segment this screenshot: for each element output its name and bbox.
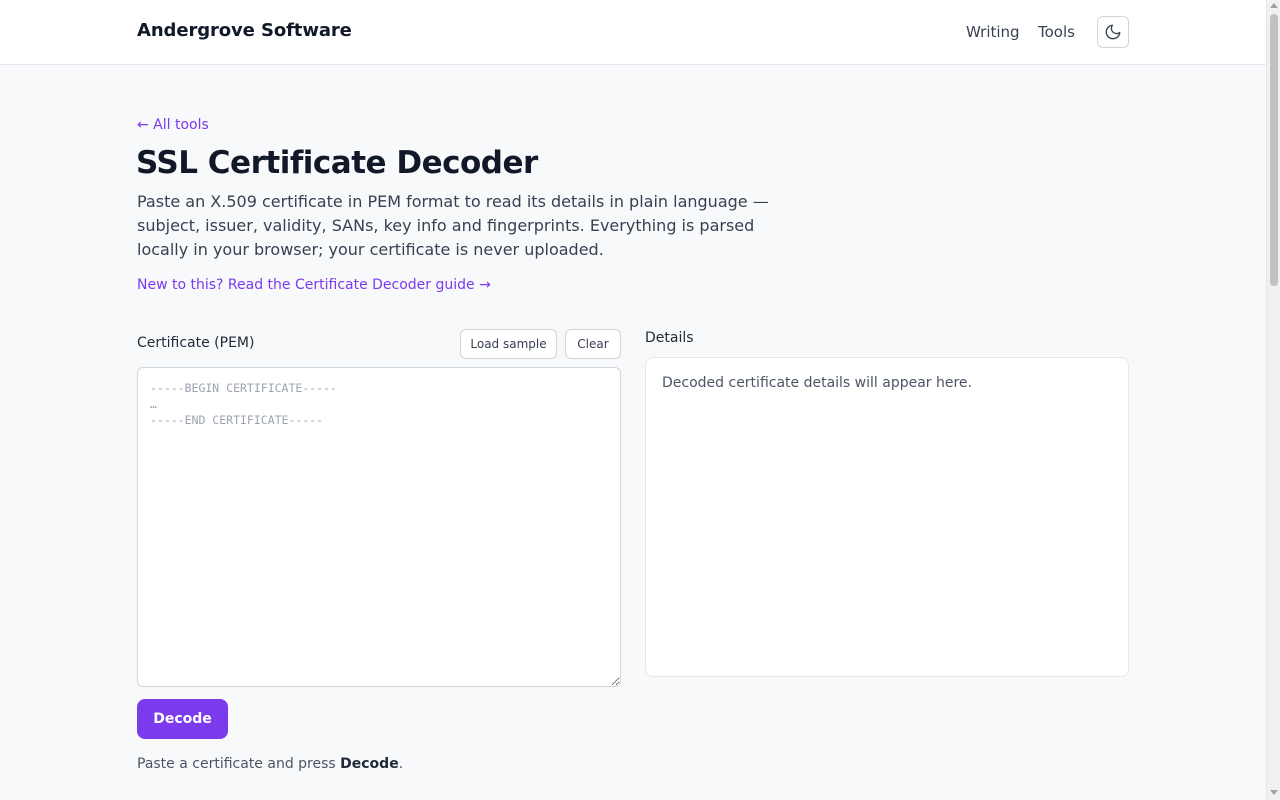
status-suffix: . [398,756,404,772]
moon-icon [1105,24,1121,40]
nav-link-writing[interactable]: Writing [966,23,1020,41]
scroll-up-arrow-icon[interactable] [1270,3,1278,8]
certificate-pem-input[interactable] [137,367,621,687]
clear-button[interactable]: Clear [565,329,621,359]
details-panel: Decoded certificate details will appear … [645,357,1129,677]
scroll-down-arrow-icon[interactable] [1270,790,1278,795]
details-label: Details [645,330,694,346]
details-empty-message: Decoded certificate details will appear … [662,375,972,391]
site-header: Andergrove Software Writing Tools [0,0,1266,65]
theme-toggle-button[interactable] [1097,16,1129,48]
guide-link[interactable]: New to this? Read the Certificate Decode… [137,277,491,293]
page-scrollbar[interactable] [1266,0,1280,800]
certificate-input-label: Certificate (PEM) [137,335,255,351]
back-to-all-tools-link[interactable]: ← All tools [137,117,209,133]
scrollbar-thumb[interactable] [1270,14,1278,286]
page-title: SSL Certificate Decoder [136,145,538,181]
load-sample-button[interactable]: Load sample [460,329,557,359]
page-description: Paste an X.509 certificate in PEM format… [137,192,769,259]
status-prefix: Paste a certificate and press [137,756,341,772]
status-emphasis: Decode [340,756,399,772]
nav-link-tools[interactable]: Tools [1038,23,1075,41]
decode-button[interactable]: Decode [137,699,228,739]
status-message: Paste a certificate and press Decode. [137,756,403,772]
brand-logo-text[interactable]: Andergrove Software [137,20,352,41]
